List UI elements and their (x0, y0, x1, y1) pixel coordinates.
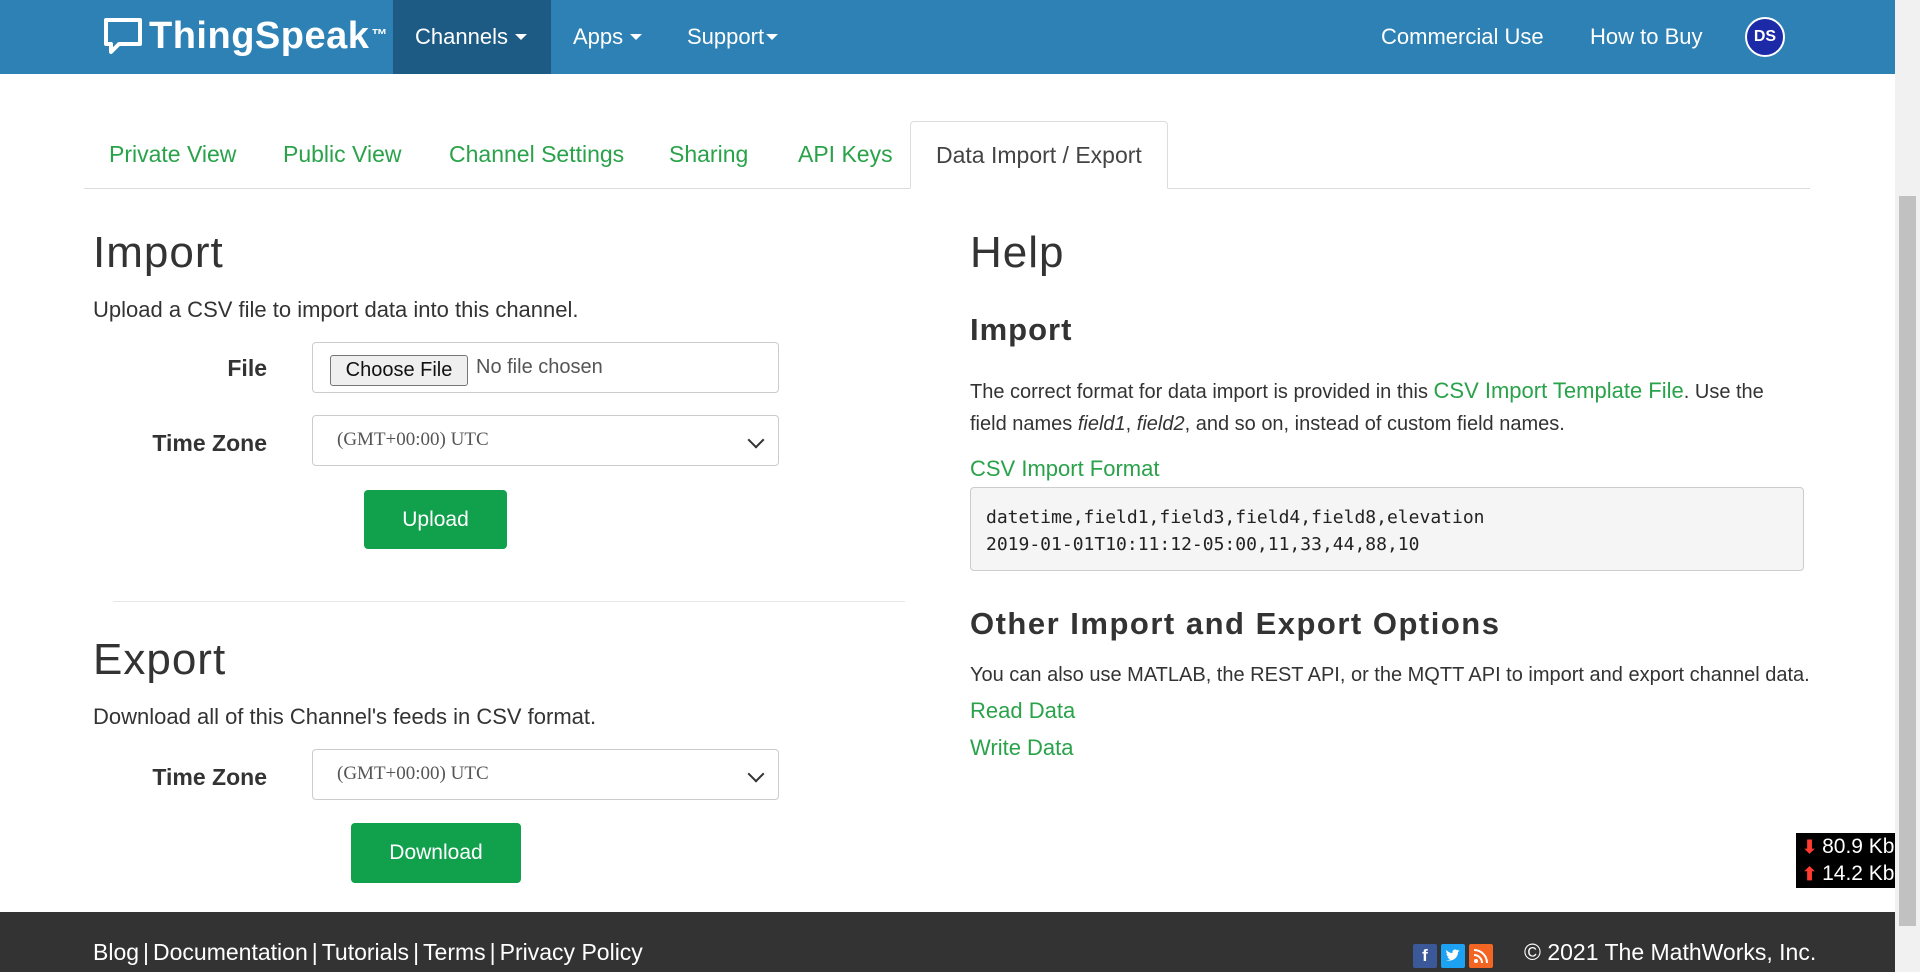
user-avatar[interactable]: DS (1745, 17, 1785, 57)
export-timezone-label: Time Zone (152, 764, 267, 790)
import-description: Upload a CSV file to import data into th… (93, 297, 579, 322)
import-timezone-label: Time Zone (152, 430, 267, 456)
speech-bubble-icon (104, 18, 142, 54)
help-import-heading: Import (970, 312, 1073, 347)
csv-template-link[interactable]: CSV Import Template File (1434, 378, 1684, 403)
download-arrow-icon: ⬇ (1802, 836, 1818, 857)
field2-text: field2 (1136, 413, 1185, 435)
tab-data-import-export[interactable]: Data Import / Export (910, 121, 1168, 189)
footer-link-privacy-policy[interactable]: Privacy Policy (500, 939, 643, 965)
other-options-heading: Other Import and Export Options (970, 606, 1501, 641)
code-line: 2019-01-01T10:11:12-05:00,11,33,44,88,10 (986, 534, 1420, 555)
nav-commercial-use[interactable]: Commercial Use (1359, 0, 1566, 74)
chevron-down-icon (747, 765, 765, 783)
tab-api-keys[interactable]: API Keys (773, 121, 918, 188)
twitter-bird-glyph (1446, 949, 1460, 961)
page-footer: Blog | Documentation | Tutorials | Terms | Priva… (0, 912, 1895, 972)
brand-name: ThingSpeak (149, 14, 370, 57)
copyright-text: © 2021 The MathWorks, Inc. (1524, 939, 1817, 965)
chevron-down-icon (766, 34, 779, 40)
field1-text: field1 (1077, 413, 1126, 435)
twitter-icon[interactable] (1441, 944, 1465, 968)
rss-icon[interactable] (1469, 944, 1493, 968)
file-input[interactable]: Choose File No file chosen (312, 342, 779, 393)
help-text-part: field names (970, 413, 1078, 435)
tab-channel-settings[interactable]: Channel Settings (424, 121, 649, 188)
channel-tabs: Private View Public View Channel Setting… (84, 121, 1810, 189)
chevron-down-icon (514, 34, 527, 40)
tab-sharing[interactable]: Sharing (644, 121, 773, 188)
import-timezone-select[interactable]: (GMT+00:00) UTC (312, 415, 779, 466)
nav-how-to-buy-label: How to Buy (1590, 24, 1703, 49)
nav-commercial-use-label: Commercial Use (1381, 24, 1544, 49)
footer-link-blog[interactable]: Blog (93, 939, 139, 965)
footer-link-tutorials[interactable]: Tutorials (322, 939, 409, 965)
tab-public-view[interactable]: Public View (258, 121, 426, 188)
file-label: File (227, 355, 267, 381)
scrollbar-thumb[interactable] (1899, 196, 1916, 926)
export-description: Download all of this Channel's feeds in … (93, 704, 597, 729)
import-heading: Import (93, 228, 224, 277)
help-heading: Help (970, 228, 1065, 277)
help-text-part: . Use the (1683, 381, 1764, 403)
nav-channels-label: Channels (415, 24, 508, 49)
nav-how-to-buy[interactable]: How to Buy (1568, 0, 1725, 74)
thingspeak-logo[interactable]: ThingSpeak ™ (103, 12, 387, 60)
other-options-text: You can also use MATLAB, the REST API, o… (970, 664, 1810, 686)
facebook-icon[interactable]: f (1413, 944, 1437, 968)
rss-glyph (1473, 949, 1488, 964)
code-line: datetime,field1,field3,field4,field8,ele… (986, 507, 1485, 528)
help-import-text: The correct format for data import is pr… (970, 375, 1820, 440)
nav-support[interactable]: Support (665, 0, 800, 74)
download-button[interactable]: Download (351, 823, 521, 883)
help-text-part: The correct format for data import is pr… (970, 381, 1434, 403)
nav-apps-label: Apps (573, 24, 624, 49)
footer-link-terms[interactable]: Terms (423, 939, 486, 965)
import-timezone-value: (GMT+00:00) UTC (337, 429, 489, 450)
upload-button[interactable]: Upload (364, 490, 507, 549)
chevron-down-icon (747, 431, 765, 449)
footer-separator: | (143, 939, 150, 965)
csv-format-code-block: datetime,field1,field3,field4,field8,ele… (970, 487, 1804, 571)
upload-arrow-icon: ⬆ (1802, 863, 1818, 884)
tab-private-view[interactable]: Private View (84, 121, 261, 188)
nav-channels[interactable]: Channels (393, 0, 551, 74)
nav-apps[interactable]: Apps (551, 0, 664, 74)
brand-trademark: ™ (371, 27, 388, 44)
footer-separator: | (413, 939, 420, 965)
export-timezone-select[interactable]: (GMT+00:00) UTC (312, 749, 779, 800)
help-text-part: , and so on, instead of custom field nam… (1184, 413, 1565, 435)
footer-separator: | (489, 939, 496, 965)
nav-support-label: Support (687, 24, 765, 49)
choose-file-button[interactable]: Choose File (330, 355, 468, 386)
csv-import-format-link[interactable]: CSV Import Format (970, 456, 1159, 482)
file-status-text: No file chosen (476, 356, 603, 378)
top-navbar: ThingSpeak ™ Channels Apps Support Comme… (0, 0, 1895, 74)
section-divider (113, 601, 905, 602)
footer-link-documentation[interactable]: Documentation (153, 939, 308, 965)
footer-links: Blog | Documentation | Tutorials | Terms | Priva… (93, 939, 643, 966)
help-text-part: , (1125, 413, 1137, 435)
footer-separator: | (311, 939, 318, 965)
write-data-link[interactable]: Write Data (970, 735, 1074, 761)
chevron-down-icon (630, 34, 643, 40)
export-heading: Export (93, 635, 227, 684)
read-data-link[interactable]: Read Data (970, 698, 1075, 724)
export-timezone-value: (GMT+00:00) UTC (337, 763, 489, 784)
